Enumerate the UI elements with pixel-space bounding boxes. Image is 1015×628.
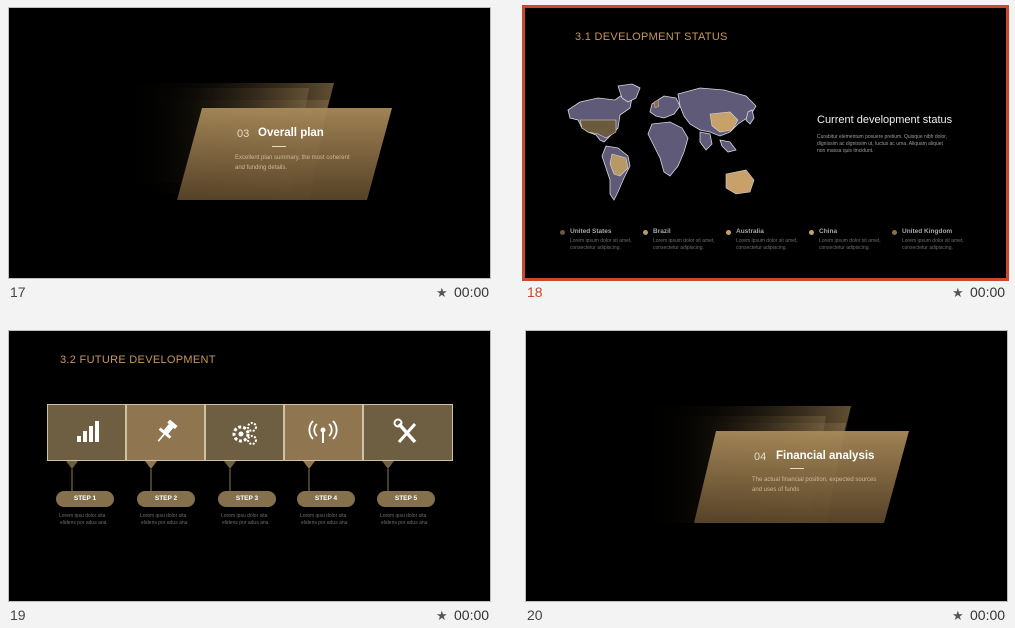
slide-18-body-line-2: dignissim ac dignissim ut, luctus ac urn… xyxy=(817,141,943,147)
legend-dot xyxy=(809,230,814,235)
legend-label: China xyxy=(819,228,838,235)
step-5-desc-1: Lorem ipsu dolor sita xyxy=(380,513,427,519)
legend-desc-1: Lorem ipsum dolor sit amet, xyxy=(902,238,964,244)
legend-desc-2: consectetur adipiscing. xyxy=(736,245,787,251)
legend-dot xyxy=(643,230,648,235)
step-1-desc-2: elidens por adus ana xyxy=(60,520,107,526)
slide-20-duration: 00:00 xyxy=(970,607,1006,623)
slide-17-desc-line-2: and funding details. xyxy=(235,165,288,171)
transition-star-icon: ★ xyxy=(436,608,448,623)
legend-desc-2: consectetur adipiscing. xyxy=(819,245,870,251)
slide-20-title-underline xyxy=(790,468,804,469)
slide-19-duration: 00:00 xyxy=(454,607,490,623)
legend-desc-1: Lorem ipsum dolor sit amet, xyxy=(736,238,798,244)
slide-17-duration: 00:00 xyxy=(454,284,490,300)
slide-number-17: 17 xyxy=(10,284,26,300)
step-3-pill: STEP 3 xyxy=(218,491,276,507)
slide-17-section-title: Overall plan xyxy=(258,127,324,139)
slide-17-section-number: 03 xyxy=(237,128,250,140)
slide-20-canvas[interactable]: 04 Financial analysis The actual financi… xyxy=(525,330,1008,602)
slide-number-19: 19 xyxy=(10,607,26,623)
slide-17-canvas[interactable]: 03 Overall plan Excellent plan summary, … xyxy=(8,7,491,279)
legend-desc-2: consectetur adipiscing. xyxy=(653,245,704,251)
slide-18-body-line-1: Curabitur elementum posuere pretium. Qui… xyxy=(817,134,948,140)
step-connectors xyxy=(66,461,394,491)
legend-label: Brazil xyxy=(653,228,671,235)
slide-18-subtitle: Current development status xyxy=(817,114,953,126)
transition-star-icon: ★ xyxy=(436,285,448,300)
world-map xyxy=(567,83,757,201)
legend-desc-2: consectetur adipiscing. xyxy=(902,245,953,251)
slide-20-desc-line-2: and uses of funds xyxy=(752,487,800,493)
slide-18-title: 3.1 DEVELOPMENT STATUS xyxy=(575,31,728,43)
step-4-desc-1: Lorem ipsu dolor sita xyxy=(300,513,347,519)
slide-20-shapes xyxy=(626,406,909,523)
slide-thumbnail-19[interactable]: 3.2 FUTURE DEVELOPMENT STEP 1 STEP 2 STE… xyxy=(0,320,500,628)
legend-desc-1: Lorem ipsum dolor sit amet, xyxy=(819,238,881,244)
legend-dot xyxy=(892,230,897,235)
legend-dot xyxy=(726,230,731,235)
legend-dot xyxy=(560,230,565,235)
legend-desc-2: consectetur adipiscing. xyxy=(570,245,621,251)
slide-17-desc-line-1: Excellent plan summary, the most coheren… xyxy=(235,155,350,161)
slide-17-shapes xyxy=(109,83,392,200)
step-5-desc-2: elidens por adus ana xyxy=(381,520,428,526)
step-4-desc-2: elidens por adus ana xyxy=(301,520,348,526)
step-3-desc-2: elidens por adus ana xyxy=(222,520,269,526)
slide-thumbnail-17[interactable]: 03 Overall plan Excellent plan summary, … xyxy=(0,0,500,310)
step-2-pill: STEP 2 xyxy=(137,491,195,507)
slide-17-title-underline xyxy=(272,146,286,147)
transition-star-icon: ★ xyxy=(952,285,964,300)
step-2-desc-2: elidens por adus ana xyxy=(141,520,188,526)
step-1-desc-1: Lorem ipsu dolor sita xyxy=(59,513,106,519)
step-2-desc-1: Lorem ipsu dolor sita xyxy=(140,513,187,519)
slide-18-duration: 00:00 xyxy=(970,284,1006,300)
legend-label: Australia xyxy=(736,228,764,235)
legend-desc-1: Lorem ipsum dolor sit amet, xyxy=(653,238,715,244)
step-1-pill: STEP 1 xyxy=(56,491,114,507)
legend-label: United States xyxy=(570,228,612,235)
slide-20-desc-line-1: The actual financial position, expected … xyxy=(752,477,877,483)
slide-19-canvas[interactable]: 3.2 FUTURE DEVELOPMENT STEP 1 STEP 2 STE… xyxy=(8,330,491,602)
slide-number-18: 18 xyxy=(527,284,543,300)
slide-20-section-number: 04 xyxy=(754,451,767,463)
slide-18-canvas[interactable]: 3.1 DEVELOPMENT STATUS Current developme… xyxy=(522,5,1009,281)
slide-20-section-title: Financial analysis xyxy=(776,450,875,462)
slide-thumbnail-20[interactable]: 04 Financial analysis The actual financi… xyxy=(515,320,1015,628)
slide-18-body-line-3: non massa quis tincidunt. xyxy=(817,148,874,154)
step-4-pill: STEP 4 xyxy=(297,491,355,507)
slide-number-20: 20 xyxy=(527,607,543,623)
transition-star-icon: ★ xyxy=(952,608,964,623)
legend-label: United Kingdom xyxy=(902,228,953,235)
step-5-pill: STEP 5 xyxy=(377,491,435,507)
step-3-desc-1: Lorem ipsu dolor sita xyxy=(221,513,268,519)
legend-desc-1: Lorem ipsum dolor sit amet, xyxy=(570,238,632,244)
map-australia xyxy=(725,169,755,195)
